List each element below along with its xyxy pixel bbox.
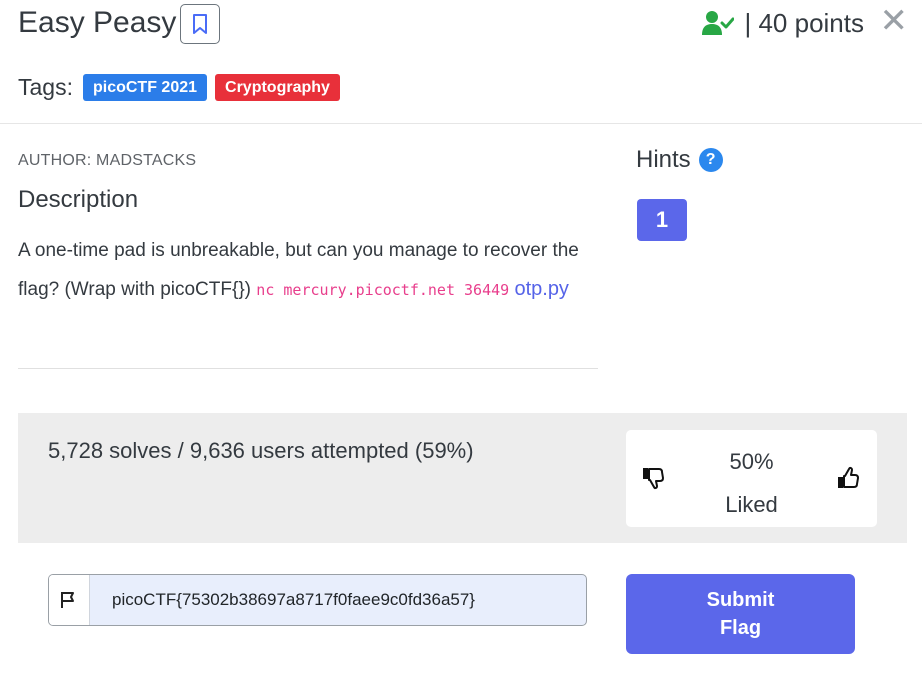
thumbs-down-icon[interactable] (642, 466, 666, 490)
hint-1-button[interactable]: 1 (637, 199, 687, 241)
flag-icon-box (49, 575, 90, 625)
challenge-title: Easy Peasy (18, 6, 177, 39)
bookmark-button[interactable] (180, 4, 220, 44)
hints-heading: Hints ? (636, 146, 723, 174)
tags-row: Tags: picoCTF 2021 Cryptography (18, 74, 340, 101)
description-heading: Description (18, 186, 139, 213)
submit-flag-button[interactable]: Submit Flag (626, 574, 855, 654)
author-label: AUTHOR: MADSTACKS (18, 152, 197, 169)
bookmark-icon (193, 14, 207, 34)
flag-icon (61, 592, 74, 608)
description-text: A one-time pad is unbreakable, but can y… (18, 232, 618, 309)
description-divider (18, 368, 598, 369)
close-icon[interactable]: ✕ (880, 2, 909, 40)
otp-file-link[interactable]: otp.py (514, 278, 568, 300)
submit-line-2: Flag (719, 617, 762, 639)
tag-cryptography[interactable]: Cryptography (215, 74, 340, 101)
points-area: | 40 points (702, 6, 864, 40)
points-label: | 40 points (744, 8, 864, 38)
submit-flag-label: Submit Flag (707, 586, 775, 642)
user-solved-icon (702, 11, 735, 35)
connection-command: nc mercury.picoctf.net 36449 (256, 281, 510, 299)
tag-picoctf-2021[interactable]: picoCTF 2021 (82, 74, 208, 101)
help-icon[interactable]: ? (698, 148, 723, 172)
flag-input-group (48, 574, 587, 626)
submit-line-1: Submit (706, 589, 775, 611)
solves-text: 5,728 solves / 9,636 users attempted (59… (48, 438, 474, 463)
tags-label: Tags: (18, 74, 73, 100)
thumbs-up-icon[interactable] (837, 466, 861, 490)
header-divider (0, 123, 922, 124)
like-card: 50% Liked (626, 430, 877, 527)
hints-label: Hints (636, 146, 691, 173)
flag-input[interactable] (90, 575, 586, 625)
